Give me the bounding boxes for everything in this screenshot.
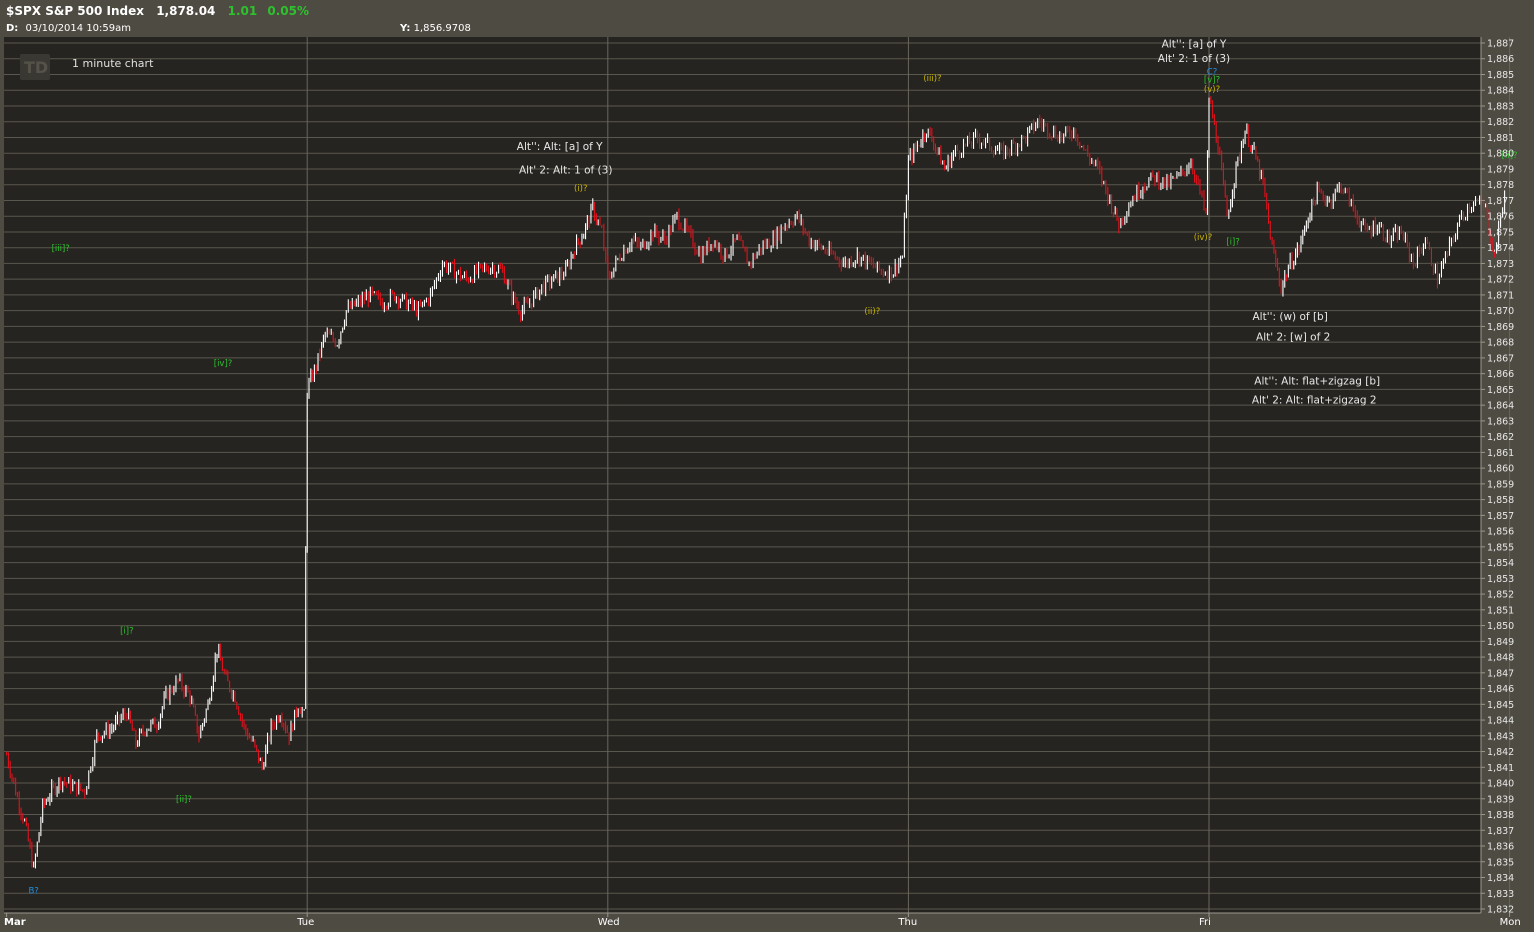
y-tick-label: 1,871 <box>1487 290 1514 301</box>
y-tick-label: 1,832 <box>1487 905 1514 916</box>
wave-label: Alt' 2: [w] of 2 <box>1256 332 1330 344</box>
y-tick-label: 1,878 <box>1487 180 1514 191</box>
y-tick-label: 1,844 <box>1487 716 1514 727</box>
svg-text:Y: 1,856.9708: Y: 1,856.9708 <box>399 23 471 34</box>
y-tick-label: 1,869 <box>1487 322 1514 333</box>
y-tick-label: 1,859 <box>1487 479 1514 490</box>
price-chart[interactable]: B? [i]? [ii]? [iii]? [iv]? (i)? Alt'': Alt: [a… <box>0 0 1534 932</box>
y-tick-label: 1,870 <box>1487 306 1514 317</box>
y-tick-label: 1,886 <box>1487 54 1514 65</box>
y-tick-label: 1,853 <box>1487 574 1514 585</box>
symbol-label: $SPX S&P 500 Index <box>6 4 144 18</box>
wave-label: [i]? <box>1226 238 1240 248</box>
y-tick-label: 1,874 <box>1487 243 1514 254</box>
y-tick-label: 1,862 <box>1487 432 1514 443</box>
y-tick-label: 1,856 <box>1487 527 1514 538</box>
wave-label: Alt'': Alt: [a] of Y <box>517 141 603 153</box>
y-tick-label: 1,884 <box>1487 86 1514 97</box>
wave-label: (v)? <box>1204 85 1220 95</box>
x-tick-label: Tue <box>296 917 314 928</box>
y-tick-label: 1,875 <box>1487 227 1514 238</box>
wave-label: (i)? <box>574 184 588 194</box>
y-tick-label: 1,864 <box>1487 401 1514 412</box>
y-tick-label: 1,852 <box>1487 590 1514 601</box>
date-value: 03/10/2014 10:59am <box>26 23 132 34</box>
x-tick-label: Fri <box>1199 917 1211 928</box>
y-tick-label: 1,879 <box>1487 164 1514 175</box>
y-tick-label: 1,866 <box>1487 369 1514 380</box>
x-tick-label: Mar <box>4 917 26 928</box>
y-tick-label: 1,865 <box>1487 385 1514 396</box>
td-logo-text: TD <box>24 58 48 77</box>
y-tick-label: 1,849 <box>1487 637 1514 648</box>
y-tick-label: 1,860 <box>1487 464 1514 475</box>
x-tick-label: Mon <box>1500 917 1521 928</box>
wave-label: [ii]? <box>176 795 192 805</box>
wave-label: [iii]? <box>52 244 70 254</box>
y-tick-label: 1,847 <box>1487 668 1514 679</box>
y-tick-label: 1,855 <box>1487 542 1514 553</box>
y-tick-label: 1,872 <box>1487 275 1514 286</box>
wave-label: B? <box>28 886 38 896</box>
y-tick-label: 1,835 <box>1487 857 1514 868</box>
y-tick-label: 1,867 <box>1487 353 1514 364</box>
y-tick-label: 1,873 <box>1487 259 1514 270</box>
y-tick-label: 1,885 <box>1487 70 1514 81</box>
y-tick-label: 1,882 <box>1487 117 1514 128</box>
y-tick-label: 1,877 <box>1487 196 1514 207</box>
y-tick-label: 1,840 <box>1487 779 1514 790</box>
wave-label: [iv]? <box>214 359 233 369</box>
y-tick-label: 1,887 <box>1487 39 1514 50</box>
y-tick-label: 1,883 <box>1487 101 1514 112</box>
y-tick-label: 1,863 <box>1487 416 1514 427</box>
wave-label: Alt'': Alt: flat+zigzag [b] <box>1254 376 1380 388</box>
y-tick-label: 1,868 <box>1487 338 1514 349</box>
wave-label: Alt' 2: Alt: flat+zigzag 2 <box>1252 395 1377 407</box>
wave-label: Alt' 2: Alt: 1 of (3) <box>519 165 612 177</box>
y-tick-label: 1,839 <box>1487 794 1514 805</box>
y-tick-label: 1,834 <box>1487 873 1514 884</box>
y-tick-label: 1,845 <box>1487 700 1514 711</box>
y-tick-label: 1,836 <box>1487 842 1514 853</box>
y-tick-label: 1,881 <box>1487 133 1514 144</box>
wave-label: Alt'': (w) of [b] <box>1253 311 1328 323</box>
svg-text:D: 03/10/2014 10:59am: D: 03/10/2014 10:59am <box>6 23 131 34</box>
x-tick-label: Thu <box>897 917 917 928</box>
wave-label: (ii)? <box>864 307 880 317</box>
y-readout-label: Y: <box>399 23 410 34</box>
wave-label: Alt' 2: 1 of (3) <box>1158 53 1230 65</box>
y-tick-label: 1,861 <box>1487 448 1514 459</box>
change-value: 1.01 <box>228 4 258 18</box>
wave-label: (iii)? <box>923 74 941 84</box>
y-tick-label: 1,838 <box>1487 810 1514 821</box>
wave-label: [i]? <box>120 626 134 636</box>
y-tick-label: 1,880 <box>1487 149 1514 160</box>
chart-interval-label: 1 minute chart <box>72 57 154 70</box>
y-tick-label: 1,846 <box>1487 684 1514 695</box>
date-label: D: <box>6 23 18 34</box>
y-tick-label: 1,858 <box>1487 495 1514 506</box>
y-readout-value: 1,856.9708 <box>414 23 471 34</box>
y-tick-label: 1,833 <box>1487 889 1514 900</box>
y-tick-label: 1,842 <box>1487 747 1514 758</box>
last-price: 1,878.04 <box>156 4 215 18</box>
y-tick-label: 1,876 <box>1487 212 1514 223</box>
y-tick-label: 1,850 <box>1487 621 1514 632</box>
change-percent: 0.05% <box>267 4 309 18</box>
y-tick-label: 1,848 <box>1487 653 1514 664</box>
y-tick-label: 1,843 <box>1487 731 1514 742</box>
y-tick-label: 1,837 <box>1487 826 1514 837</box>
wave-label: Alt'': [a] of Y <box>1162 39 1227 51</box>
y-tick-label: 1,857 <box>1487 511 1514 522</box>
wave-label: (iv)? <box>1194 233 1213 243</box>
y-tick-label: 1,854 <box>1487 558 1514 569</box>
y-tick-label: 1,841 <box>1487 763 1514 774</box>
x-tick-label: Wed <box>598 917 620 928</box>
y-tick-label: 1,851 <box>1487 605 1514 616</box>
